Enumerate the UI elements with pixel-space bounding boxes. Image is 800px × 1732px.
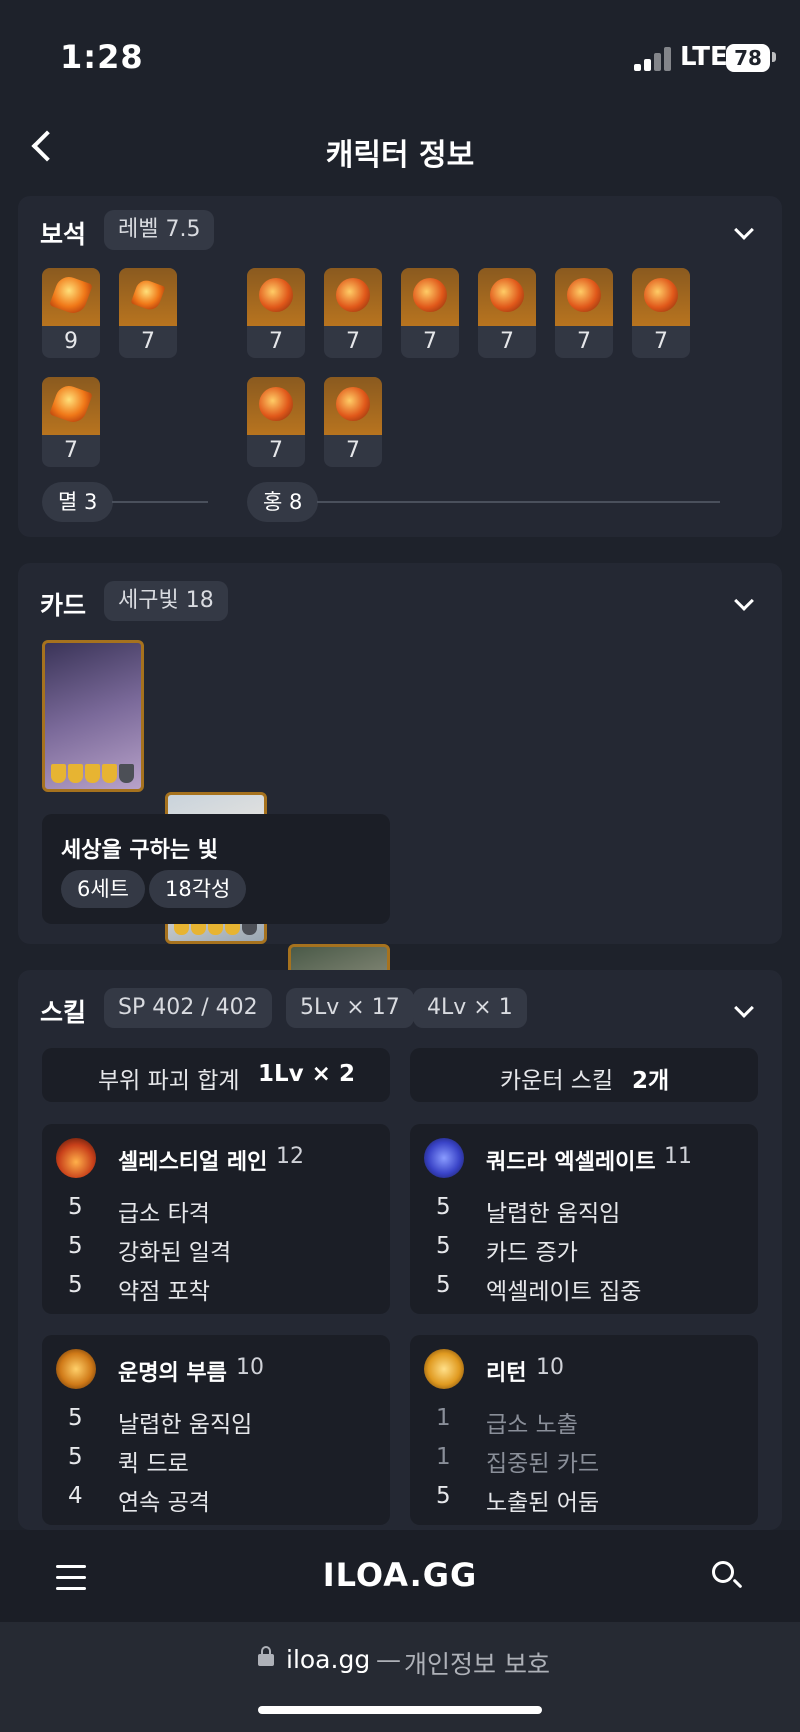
skill-lv4-chip: 4Lv × 1 bbox=[413, 988, 527, 1028]
card-set-count-chip: 6세트 bbox=[61, 870, 146, 908]
battery-icon: 78 bbox=[726, 44, 770, 72]
cooldown-gem-icon bbox=[413, 278, 447, 312]
cooldown-gem-icon bbox=[490, 278, 524, 312]
divider bbox=[112, 501, 208, 503]
home-indicator bbox=[258, 1706, 542, 1714]
browser-url-bar[interactable] bbox=[0, 1622, 800, 1732]
skills-title: 스킬 bbox=[40, 998, 87, 1027]
doom-gem-icon bbox=[130, 277, 166, 313]
cooldown-gem-icon bbox=[259, 387, 293, 421]
gem-slot[interactable]: 7 bbox=[247, 268, 305, 358]
awakening-gem-icon bbox=[119, 764, 134, 783]
gem-slot[interactable]: 7 bbox=[478, 268, 536, 358]
cards-set-chip: 세구빛 18 bbox=[104, 581, 228, 621]
gem-slot[interactable]: 7 bbox=[119, 268, 177, 358]
gem-slot[interactable]: 7 bbox=[632, 268, 690, 358]
brand-logo[interactable]: ILOA.GG bbox=[0, 1556, 800, 1594]
awakening-gem-icon bbox=[51, 764, 66, 783]
gems-level-chip: 레벨 7.5 bbox=[104, 210, 215, 250]
skill-card[interactable]: 리턴 10 1 급소 노출 1 집중된 카드 5 노출된 어둠 bbox=[410, 1335, 758, 1525]
cooldown-gem-icon bbox=[336, 278, 370, 312]
privacy-label: 개인정보 보호 bbox=[404, 1650, 550, 1679]
return-skill-icon bbox=[424, 1349, 464, 1389]
search-icon[interactable] bbox=[712, 1561, 743, 1589]
page-title: 캐릭터 정보 bbox=[325, 138, 475, 173]
network-label: LTE bbox=[680, 42, 728, 72]
awakening-gem-icon bbox=[102, 764, 117, 783]
gem-slot[interactable]: 7 bbox=[247, 377, 305, 467]
divider bbox=[317, 501, 720, 503]
status-time: 1:28 bbox=[60, 38, 144, 76]
cards-title: 카드 bbox=[40, 591, 87, 620]
card-awakening-chip: 18각성 bbox=[149, 870, 247, 908]
counter-skill-summary: 카운터 스킬 2개 bbox=[410, 1048, 758, 1102]
cooldown-gem-icon bbox=[259, 278, 293, 312]
gem-summary-doom: 멸 3 bbox=[42, 482, 114, 522]
battery-tip bbox=[772, 52, 776, 62]
lock-icon bbox=[258, 1646, 274, 1666]
url-separator: — bbox=[376, 1645, 401, 1674]
gem-slot[interactable]: 7 bbox=[401, 268, 459, 358]
card-set-name: 세상을 구하는 빛 bbox=[61, 838, 218, 863]
skill-card[interactable]: 셀레스티얼 레인 12 5 급소 타격 5 강화된 일격 5 약점 포착 bbox=[42, 1124, 390, 1314]
part-break-summary: 부위 파괴 합계 1Lv × 2 bbox=[42, 1048, 390, 1102]
call-of-destiny-skill-icon bbox=[56, 1349, 96, 1389]
signal-icon bbox=[634, 47, 674, 71]
cooldown-gem-icon bbox=[567, 278, 601, 312]
skill-lv5-chip: 5Lv × 17 bbox=[286, 988, 414, 1028]
awakening-gem-icon bbox=[68, 764, 83, 783]
doom-gem-icon bbox=[49, 382, 93, 426]
skill-points-chip: SP 402 / 402 bbox=[104, 988, 272, 1028]
quadra-accelerate-skill-icon bbox=[424, 1138, 464, 1178]
gems-title: 보석 bbox=[40, 220, 87, 249]
awakening-gems bbox=[51, 764, 134, 783]
skill-card[interactable]: 운명의 부름 10 5 날렵한 움직임 5 퀵 드로 4 연속 공격 bbox=[42, 1335, 390, 1525]
skill-card[interactable]: 쿼드라 엑셀레이트 11 5 날렵한 움직임 5 카드 증가 5 엑셀레이트 집… bbox=[410, 1124, 758, 1314]
awakening-gem-icon bbox=[85, 764, 100, 783]
gem-slot[interactable]: 9 bbox=[42, 268, 100, 358]
gem-summary-cooldown: 홍 8 bbox=[247, 482, 319, 522]
gem-slot[interactable]: 7 bbox=[555, 268, 613, 358]
url-domain: iloa.gg bbox=[286, 1645, 371, 1674]
cooldown-gem-icon bbox=[336, 387, 370, 421]
gem-slot[interactable]: 7 bbox=[324, 268, 382, 358]
gem-slot[interactable]: 7 bbox=[324, 377, 382, 467]
cooldown-gem-icon bbox=[644, 278, 678, 312]
card-item[interactable] bbox=[42, 640, 144, 792]
celestial-rain-skill-icon bbox=[56, 1138, 96, 1178]
doom-gem-icon bbox=[49, 273, 93, 317]
gem-slot[interactable]: 7 bbox=[42, 377, 100, 467]
